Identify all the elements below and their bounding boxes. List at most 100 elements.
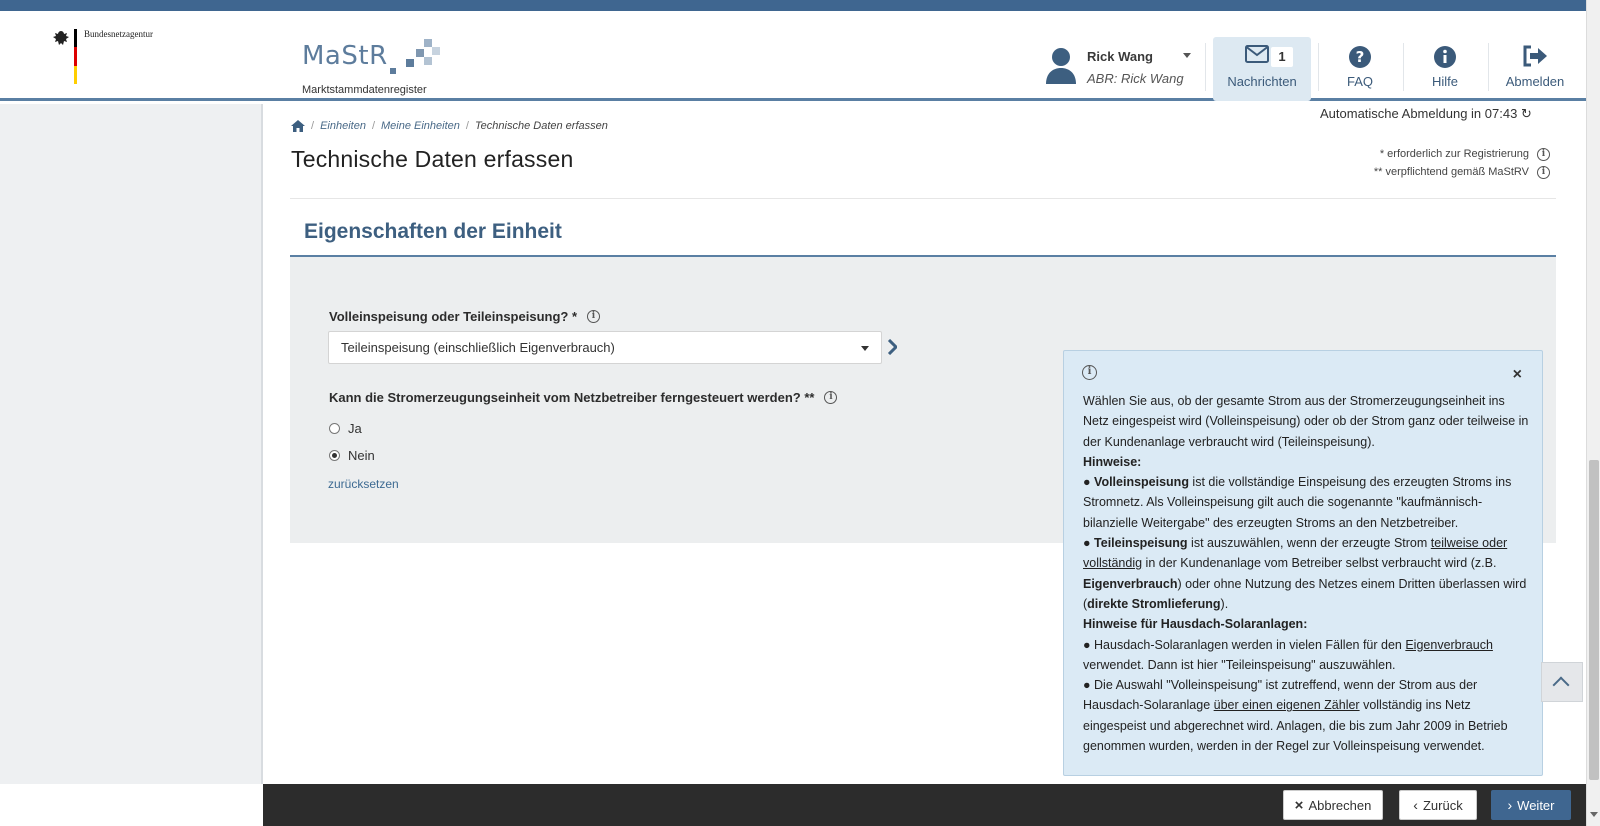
nav-divider [1488,43,1489,91]
radio-button-checked[interactable] [329,450,340,461]
scrollbar-thumb[interactable] [1589,460,1599,780]
radio-option-nein[interactable]: Nein [329,448,375,463]
nav-divider [1403,43,1404,91]
radio-button[interactable] [329,423,340,434]
site-header: Bundesnetzagentur MaStR Marktstammdatenr… [0,11,1586,101]
svg-text:?: ? [1356,48,1365,66]
left-sidebar [0,104,263,784]
info-circle-icon [1434,46,1456,68]
feed-in-select[interactable]: Teileinspeisung (einschließlich Eigenver… [328,331,882,364]
chevron-right-icon[interactable] [887,339,897,355]
radio-option-ja[interactable]: Ja [329,421,362,436]
bullet-text: in der Kundenanlage vom Betreiber selbst… [1142,556,1497,571]
nav-divider [1318,43,1319,91]
messages-button[interactable]: 1 Nachrichten [1213,37,1311,101]
bullet-term: direkte Stromlieferung [1087,596,1221,611]
info-icon[interactable]: i [824,391,838,404]
page-title: Technische Daten erfassen [291,146,574,172]
sign-out-icon [1523,45,1547,67]
remote-control-field-label: Kann die Stromerzeugungseinheit vom Netz… [329,390,838,405]
tooltip-hint-heading: Hinweise: [1083,454,1142,469]
breadcrumb: / Einheiten / Meine Einheiten / Technisc… [291,120,608,132]
breadcrumb-separator: / [465,120,469,132]
bullet-text: ist auszuwählen, wenn der erzeugte Strom [1187,536,1431,551]
user-abr: ABR: Rick Wang [1087,71,1184,86]
question-circle-icon: ? [1349,46,1371,68]
close-icon: × [1294,796,1304,814]
tooltip-bullet: ● Teileinspeisung ist auszuwählen, wenn … [1083,536,1527,611]
next-button[interactable]: › Weiter [1491,790,1571,820]
bullet-underline: Eigenverbrauch [1405,637,1493,652]
back-button[interactable]: ‹ Zurück [1399,790,1477,820]
user-name: Rick Wang [1087,49,1153,64]
bullet-text: ). [1220,596,1229,611]
info-icon[interactable]: i [1537,165,1550,179]
next-label: Weiter [1517,797,1555,813]
help-button[interactable]: Hilfe [1405,37,1485,101]
messages-count-badge: 1 [1271,47,1293,67]
logo-square [432,47,440,55]
back-to-top-button[interactable] [1541,662,1583,702]
divider [290,198,1556,199]
field-legend: * erforderlich zur Registrierung i ** ve… [1340,145,1550,181]
tooltip-intro: Wählen Sie aus, ob der gesamte Strom aus… [1083,394,1529,449]
logo-square [390,68,396,74]
bullet-underline: über einen eigenen Zähler [1213,698,1360,713]
bullet-term: Volleinspeisung [1094,475,1189,490]
faq-label: FAQ [1346,74,1373,89]
footer-action-bar: × Abbrechen ‹ Zurück › Weiter [263,784,1586,826]
refresh-icon[interactable]: ↻ [1521,106,1532,121]
cancel-button[interactable]: × Abbrechen [1283,790,1383,820]
tooltip-bullet: ● Volleinspeisung ist die vollständige E… [1083,475,1512,530]
bullet-term: Teileinspeisung [1094,536,1188,551]
breadcrumb-item-einheiten[interactable]: Einheiten [320,120,366,132]
messages-label: Nachrichten [1227,74,1297,89]
logo-square [416,49,424,57]
vertical-scrollbar[interactable] [1586,0,1600,826]
mastr-logo[interactable]: MaStR Marktstammdatenregister [302,25,452,96]
back-label: Zurück [1422,797,1463,813]
tooltip-bullet: ● Hausdach-Solaranlagen werden in vielen… [1083,637,1493,672]
logo-square [424,39,432,47]
help-label: Hilfe [1431,74,1458,89]
user-avatar-icon [1046,48,1076,84]
bullet-term: Eigenverbrauch [1083,576,1178,591]
reset-link[interactable]: zurücksetzen [328,477,399,491]
logout-button[interactable]: Abmelden [1494,37,1576,101]
faq-button[interactable]: ? FAQ [1320,37,1400,101]
user-menu[interactable]: Rick Wang ABR: Rick Wang [1045,37,1205,97]
home-icon[interactable] [291,120,305,132]
logout-label: Abmelden [1505,74,1565,89]
feed-in-label-text: Volleinspeisung oder Teileinspeisung? * [329,309,578,324]
chevron-up-icon [1552,676,1570,694]
breadcrumb-item-meine-einheiten[interactable]: Meine Einheiten [381,120,460,132]
legend-mandatory: ** verpflichtend gemäß MaStRV [1373,166,1529,178]
breadcrumb-item-current: Technische Daten erfassen [474,120,608,132]
nav-divider [1205,43,1206,91]
tooltip-text: Wählen Sie aus, ob der gesamte Strom aus… [1083,391,1531,756]
german-flag-bar [74,29,77,84]
logo-square [406,59,414,67]
cancel-label: Abbrechen [1308,797,1372,813]
scroll-down-arrow-icon[interactable] [1590,812,1598,817]
auto-logout-text: Automatische Abmeldung in 07:43 [1320,106,1518,121]
info-icon: i [1082,365,1097,380]
eagle-icon [53,31,69,45]
radio-label-nein: Nein [348,448,375,463]
logo-square [424,57,432,65]
chevron-right-icon: › [1507,797,1513,813]
auto-logout-timer: Automatische Abmeldung in 07:43 ↻ [1320,106,1532,122]
info-icon[interactable]: i [1537,147,1550,161]
tooltip-solar-heading: Hinweise für Hausdach-Solaranlagen: [1083,617,1308,632]
logo-word: MaStR [302,41,388,71]
section-title: Eigenschaften der Einheit [304,220,562,243]
bullet-text: verwendet. Dann ist hier "Teileinspeisun… [1083,657,1396,672]
legend-required: * erforderlich zur Registrierung [1379,148,1529,160]
info-icon[interactable]: i [587,310,601,323]
chevron-down-icon[interactable] [1183,53,1191,58]
info-tooltip: i × Wählen Sie aus, ob der gesamte Strom… [1063,350,1543,776]
close-icon[interactable]: × [1513,365,1522,385]
bundesnetzagentur-logo[interactable]: Bundesnetzagentur [50,29,153,84]
breadcrumb-separator: / [371,120,375,132]
tooltip-bullet: ● Die Auswahl "Volleinspeisung" ist zutr… [1083,678,1508,754]
